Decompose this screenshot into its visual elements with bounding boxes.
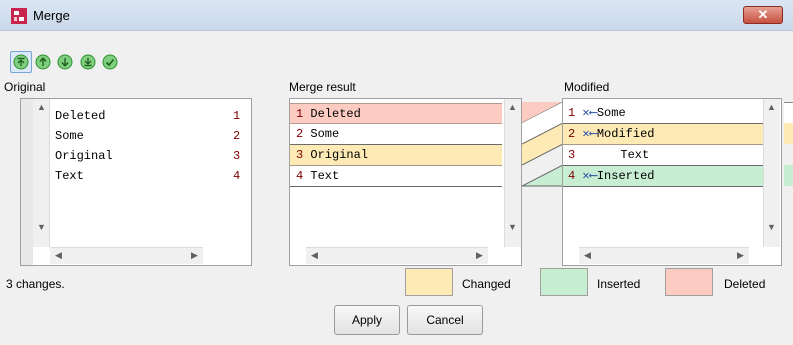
modified-label: Modified	[564, 80, 610, 94]
move-first-button[interactable]	[13, 54, 29, 70]
merge-line-1[interactable]: 1 Deleted	[290, 103, 502, 124]
move-last-icon	[80, 54, 96, 70]
move-up-button[interactable]	[35, 54, 51, 70]
original-line-3[interactable]: Original	[55, 146, 113, 167]
modified-horizontal-scrollbar[interactable]: ◀ ▶	[579, 247, 749, 264]
modified-panel: 1 ✕⟵Some 2 ✕⟵Modified 3 Text 4 ✕⟵Inserte…	[562, 98, 782, 266]
original-panel: ▲ ▼ Deleted 1 Some 2 Original 3 Text 4 ◀…	[20, 98, 252, 266]
merge-line-2[interactable]: 2 Some	[290, 124, 502, 145]
scroll-left-icon[interactable]: ◀	[306, 247, 323, 264]
modified-line-3[interactable]: 3 Text	[563, 145, 763, 166]
close-button[interactable]: ✕	[743, 6, 783, 24]
scroll-left-icon[interactable]: ◀	[50, 247, 67, 264]
merge-vertical-scrollbar[interactable]: ▲ ▼	[504, 99, 521, 247]
deleted-legend-label: Deleted	[724, 277, 766, 291]
right-inserted-stub	[784, 165, 793, 186]
merge-line-3[interactable]: 3 Original	[290, 145, 502, 166]
original-line-number: 4	[233, 169, 241, 183]
title-bar: Merge ✕	[0, 0, 793, 31]
merge-window: Merge ✕ Original ▲ ▼ Deleted 1 Some 2 Or…	[0, 0, 793, 345]
take-change-icon[interactable]: ✕⟵	[582, 106, 596, 120]
accept-button[interactable]	[102, 54, 118, 70]
move-last-button[interactable]	[80, 54, 96, 70]
scroll-up-icon[interactable]: ▲	[504, 99, 521, 116]
toolbar	[0, 31, 793, 58]
change-count-status: 3 changes.	[6, 277, 65, 291]
changed-legend-label: Changed	[462, 277, 511, 291]
changed-legend-swatch	[405, 268, 453, 296]
move-first-icon	[13, 54, 29, 70]
original-horizontal-scrollbar[interactable]: ◀ ▶	[50, 247, 203, 264]
apply-button[interactable]: Apply	[334, 305, 400, 335]
move-down-icon	[57, 54, 73, 70]
scroll-up-icon[interactable]: ▲	[33, 99, 50, 116]
app-icon	[11, 8, 27, 24]
modified-line-1[interactable]: 1 ✕⟵Some	[563, 103, 763, 124]
scroll-down-icon[interactable]: ▼	[33, 219, 50, 236]
diff-connector	[522, 101, 563, 187]
scroll-down-icon[interactable]: ▼	[763, 219, 780, 236]
cancel-button[interactable]: Cancel	[407, 305, 483, 335]
original-left-gutter	[21, 99, 33, 265]
right-changed-stub	[784, 123, 793, 144]
original-line-number: 1	[233, 109, 241, 123]
right-connector-stub	[784, 102, 793, 124]
inserted-legend-label: Inserted	[597, 277, 641, 291]
scroll-right-icon[interactable]: ▶	[471, 247, 488, 264]
scroll-down-icon[interactable]: ▼	[504, 219, 521, 236]
modified-vertical-scrollbar[interactable]: ▲ ▼	[763, 99, 780, 247]
deleted-legend-swatch	[665, 268, 713, 296]
accept-icon	[102, 54, 118, 70]
move-up-icon	[35, 54, 51, 70]
original-line-1[interactable]: Deleted	[55, 106, 105, 127]
original-line-number: 2	[233, 129, 241, 143]
modified-line-2[interactable]: 2 ✕⟵Modified	[563, 124, 763, 145]
move-down-button[interactable]	[57, 54, 73, 70]
original-line-2[interactable]: Some	[55, 126, 84, 147]
modified-line-4[interactable]: 4 ✕⟵Inserted	[563, 166, 763, 187]
take-change-icon[interactable]: ✕⟵	[582, 169, 596, 183]
merge-result-label: Merge result	[289, 80, 356, 94]
scroll-left-icon[interactable]: ◀	[579, 247, 596, 264]
merge-result-panel: 1 Deleted 2 Some 3 Original 4 Text ▲ ▼ ◀…	[289, 98, 522, 266]
original-vertical-scrollbar[interactable]: ▲ ▼	[33, 99, 50, 247]
scroll-right-icon[interactable]: ▶	[186, 247, 203, 264]
take-change-icon[interactable]: ✕⟵	[582, 127, 596, 141]
original-line-number: 3	[233, 149, 241, 163]
inserted-legend-swatch	[540, 268, 588, 296]
merge-horizontal-scrollbar[interactable]: ◀ ▶	[306, 247, 488, 264]
merge-line-4[interactable]: 4 Text	[290, 166, 502, 187]
original-line-4[interactable]: Text	[55, 166, 84, 187]
scroll-up-icon[interactable]: ▲	[763, 99, 780, 116]
scroll-right-icon[interactable]: ▶	[732, 247, 749, 264]
window-title: Merge	[33, 8, 70, 23]
original-label: Original	[4, 80, 46, 94]
